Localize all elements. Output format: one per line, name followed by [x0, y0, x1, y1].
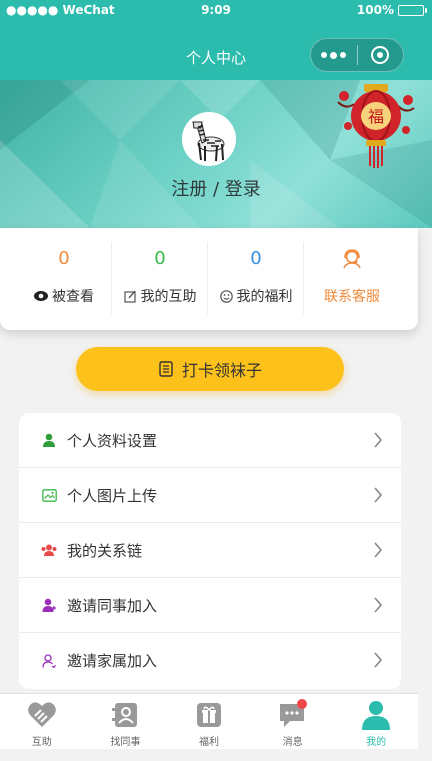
menu-item-invite-colleague[interactable]: 邀请同事加入	[19, 578, 401, 633]
chevron-right-icon	[374, 597, 383, 613]
stats-card: 0 被查看 0 我的互助 0 我的福利 联系客服	[0, 228, 418, 330]
gift-icon	[193, 700, 225, 730]
group-icon	[41, 542, 57, 558]
stat-label-row: 我的福利	[219, 286, 293, 306]
stat-label-row: 我的互助	[123, 286, 197, 306]
list-icon	[159, 361, 173, 377]
stat-label: 我的福利	[236, 289, 293, 305]
tab-messages[interactable]: 消息	[251, 694, 335, 749]
battery-percent: 100%	[356, 3, 394, 17]
profile-banner: 注册 / 登录 福	[0, 80, 432, 228]
checkin-label: 打卡领袜子	[181, 363, 262, 380]
handshake-icon	[26, 700, 58, 730]
tab-label: 找同事	[110, 737, 141, 748]
user-outline-icon	[41, 653, 57, 669]
more-button[interactable]	[311, 39, 357, 71]
settings-menu: 个人资料设置 个人图片上传 我的关系链 邀请同事加入 邀请家属加入	[19, 413, 401, 689]
bottom-tab-bar: 互助 找同事 福利 消息 我的	[0, 693, 418, 749]
stat-value: 0	[154, 248, 166, 269]
stat-label: 联系客服	[324, 289, 380, 305]
menu-item-label: 个人资料设置	[67, 431, 158, 450]
nav-bar: 个人中心	[0, 20, 432, 80]
menu-item-label: 我的关系链	[67, 541, 143, 560]
eye-icon	[34, 291, 48, 301]
menu-item-label: 个人图片上传	[67, 486, 158, 505]
close-circle-icon	[371, 46, 390, 64]
menu-item-label: 邀请家属加入	[67, 652, 158, 670]
tab-find-colleague[interactable]: 找同事	[84, 694, 168, 749]
login-link[interactable]: 注册 / 登录	[0, 175, 432, 201]
lantern-decoration-icon: 福	[337, 84, 415, 168]
menu-item-invite-family[interactable]: 邀请家属加入	[19, 633, 401, 688]
stat-label-row: 被查看	[34, 286, 94, 306]
user-plus-icon	[41, 597, 57, 613]
stat-my-help[interactable]: 0 我的互助	[112, 228, 208, 330]
tab-label: 福利	[198, 737, 219, 748]
tab-help[interactable]: 互助	[0, 694, 84, 749]
chevron-right-icon	[374, 652, 383, 668]
tab-welfare[interactable]: 福利	[167, 694, 251, 749]
more-dots-icon	[321, 51, 347, 59]
stat-icon-slot	[341, 246, 363, 272]
menu-item-profile-settings[interactable]: 个人资料设置	[19, 413, 401, 468]
battery-icon	[398, 4, 427, 16]
avatar[interactable]	[182, 112, 236, 166]
chevron-right-icon	[374, 542, 383, 558]
chevron-right-icon	[374, 487, 383, 503]
tab-label: 互助	[31, 737, 52, 748]
stat-label: 被查看	[52, 289, 94, 305]
tab-label: 消息	[282, 737, 303, 748]
stat-label: 我的互助	[140, 289, 197, 305]
contact-service-button[interactable]: 联系客服	[304, 228, 400, 330]
close-button[interactable]	[358, 39, 404, 71]
stat-label-row: 联系客服	[324, 286, 380, 306]
battery-status: 100%	[356, 3, 427, 17]
menu-item-relationship-chain[interactable]: 我的关系链	[19, 523, 401, 578]
svg-text:福: 福	[368, 107, 384, 126]
customer-service-icon	[343, 249, 361, 269]
image-icon	[41, 487, 57, 503]
mini-program-capsule	[310, 38, 404, 72]
tab-label: 我的	[366, 737, 387, 748]
edit-icon	[123, 290, 136, 303]
smile-icon	[219, 289, 233, 303]
checkin-button[interactable]: 打卡领袜子	[76, 347, 344, 391]
user-icon	[41, 432, 57, 448]
contacts-icon	[109, 700, 141, 730]
menu-item-photo-upload[interactable]: 个人图片上传	[19, 468, 401, 523]
stat-value: 0	[250, 248, 262, 269]
tab-mine[interactable]: 我的	[334, 694, 418, 749]
stat-viewed[interactable]: 0 被查看	[16, 228, 112, 330]
stat-value: 0	[58, 248, 70, 269]
menu-item-label: 邀请同事加入	[67, 596, 158, 615]
chevron-right-icon	[374, 432, 383, 448]
stat-my-welfare[interactable]: 0 我的福利	[208, 228, 304, 330]
person-icon	[360, 700, 392, 730]
status-bar: ●●●●● WeChat 9:09 100%	[0, 0, 432, 20]
zebra-icon	[192, 121, 225, 162]
